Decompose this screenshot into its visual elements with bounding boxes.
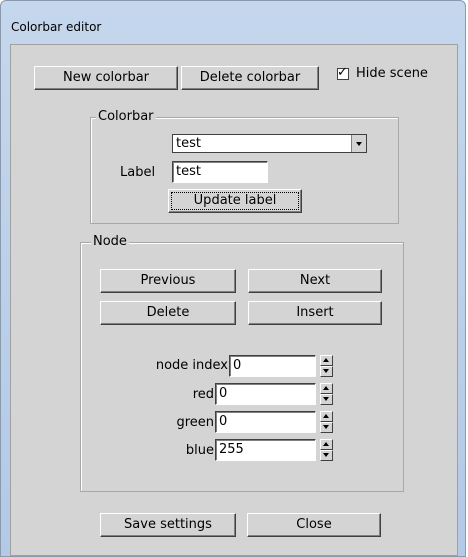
blue-label: blue: [185, 443, 214, 458]
dropdown-button[interactable]: [351, 135, 366, 152]
red-input[interactable]: 0: [215, 383, 316, 405]
window-title: Colorbar editor: [11, 20, 102, 34]
update-label-button[interactable]: Update label: [168, 189, 302, 213]
node-index-label: node index: [155, 358, 228, 373]
delete-node-button[interactable]: Delete: [100, 301, 236, 325]
delete-colorbar-button[interactable]: Delete colorbar: [181, 66, 319, 90]
hide-scene-checkbox[interactable]: ✓: [337, 65, 349, 80]
arrow-up-icon: [323, 414, 329, 418]
arrow-down-icon: [323, 369, 329, 373]
node-group-legend: Node: [91, 234, 129, 249]
arrow-up-icon: [323, 358, 329, 362]
blue-spinner[interactable]: [320, 439, 333, 461]
red-spinner[interactable]: [320, 383, 333, 405]
hide-scene-label[interactable]: Hide scene: [356, 66, 428, 81]
green-input[interactable]: 0: [215, 411, 316, 433]
insert-node-button[interactable]: Insert: [248, 301, 382, 325]
spin-up-button[interactable]: [320, 383, 333, 394]
chevron-down-icon: [356, 142, 362, 146]
colorbar-editor-window: Colorbar editor New colorbar Delete colo…: [0, 0, 466, 557]
green-label: green: [176, 415, 214, 430]
dialog-client-area: New colorbar Delete colorbar ✓ Hide scen…: [10, 44, 458, 556]
next-button[interactable]: Next: [248, 269, 382, 293]
colorbar-group: Colorbar test Label test Update label: [90, 109, 399, 224]
colorbar-select-value: test: [176, 136, 201, 151]
spin-down-button[interactable]: [320, 366, 333, 377]
new-colorbar-button[interactable]: New colorbar: [34, 66, 178, 90]
node-index-spinner[interactable]: [320, 355, 333, 377]
blue-input[interactable]: 255: [215, 439, 316, 461]
arrow-down-icon: [323, 425, 329, 429]
arrow-up-icon: [323, 442, 329, 446]
red-label: red: [192, 387, 214, 402]
close-button[interactable]: Close: [247, 513, 381, 537]
spin-up-button[interactable]: [320, 439, 333, 450]
spin-down-button[interactable]: [320, 450, 333, 461]
colorbar-group-legend: Colorbar: [96, 109, 156, 124]
node-group: Node Previous Next Delete Insert node in…: [80, 234, 404, 492]
green-spinner[interactable]: [320, 411, 333, 433]
arrow-up-icon: [323, 386, 329, 390]
arrow-down-icon: [323, 397, 329, 401]
label-caption: Label: [120, 165, 156, 180]
arrow-down-icon: [323, 453, 329, 457]
save-settings-button[interactable]: Save settings: [100, 513, 236, 537]
node-index-input[interactable]: 0: [229, 355, 316, 377]
checkmark-icon: ✓: [337, 65, 348, 80]
colorbar-select[interactable]: test: [172, 134, 367, 153]
spin-down-button[interactable]: [320, 422, 333, 433]
title-bar[interactable]: Colorbar editor: [1, 1, 465, 41]
spin-up-button[interactable]: [320, 355, 333, 366]
previous-button[interactable]: Previous: [100, 269, 236, 293]
spin-down-button[interactable]: [320, 394, 333, 405]
spin-up-button[interactable]: [320, 411, 333, 422]
label-input[interactable]: test: [172, 161, 268, 183]
